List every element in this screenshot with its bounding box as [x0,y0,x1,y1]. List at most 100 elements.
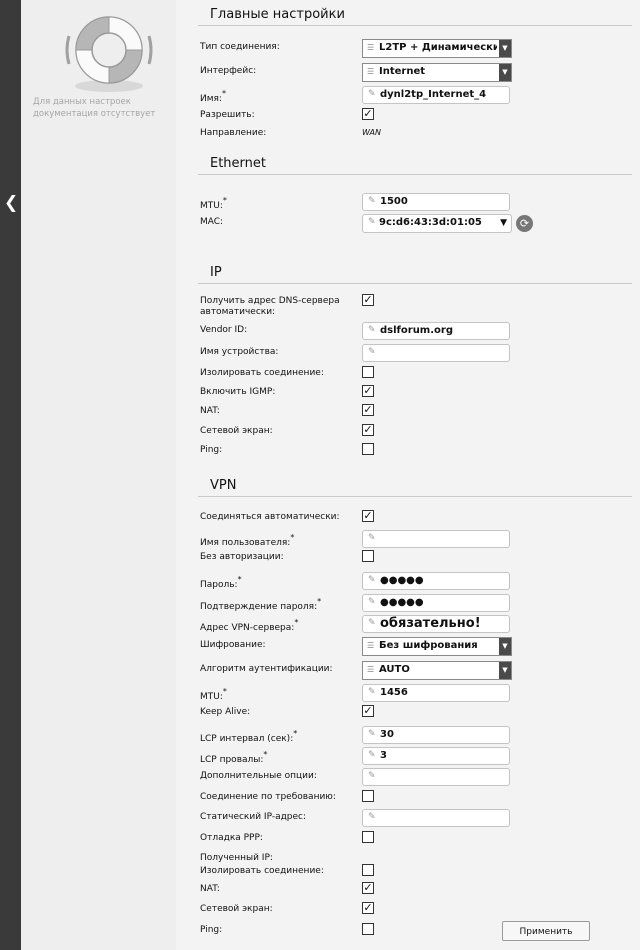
section-title-main: Главные настройки [210,7,345,22]
password-confirm-input[interactable]: ✎ ●●●●● [362,594,510,612]
chevron-down-icon[interactable]: ▼ [500,218,507,228]
chevron-down-icon[interactable]: ▼ [499,662,511,679]
eth-mtu-input[interactable]: ✎ 1500 [362,193,510,211]
chevron-down-icon[interactable]: ▼ [499,40,511,57]
vendor-id-input[interactable]: ✎ dslforum.org [362,322,510,340]
lcp-interval-label: LCP интервал (сек):* [200,729,298,744]
vpn-server-input[interactable]: ✎ обязательно! [362,615,510,633]
static-ip-input[interactable]: ✎ [362,809,510,827]
row-mac: MAC: ✎ 9c:d6:43:3d:01:05 ▼ ⟳ [200,214,630,234]
row-name: Имя:* ✎ dynl2tp_Internet_4 [200,86,630,106]
igmp-label: Включить IGMP: [200,387,276,397]
hostname-input[interactable]: ✎ [362,344,510,362]
row-eth-mtu: MTU:* ✎ 1500 [200,193,630,213]
hostname-label: Имя устройства: [200,347,279,357]
enable-label: Разрешить: [200,110,255,120]
no-docs-note: Для данных настроек документация отсутст… [33,97,156,119]
apply-button[interactable]: Применить [502,921,590,941]
username-input[interactable]: ✎ [362,530,510,548]
password-confirm-label: Подтверждение пароля:* [200,597,322,612]
pencil-icon: ✎ [368,597,376,607]
row-ppp-debug: Отладка PPP: [200,830,630,850]
password-input[interactable]: ✎ ●●●●● [362,572,510,590]
row-ip-firewall: Сетевой экран: ✓ [200,423,630,443]
chevron-down-icon[interactable]: ▼ [499,64,511,81]
row-direction: Направление: WAN [200,125,630,145]
row-vpn-server: Адрес VPN-сервера:* ✎ обязательно! [200,615,630,635]
row-vpn-isolate: Изолировать соединение: [200,863,630,883]
row-ip-ping: Ping: [200,442,630,462]
ip-ping-checkbox[interactable] [362,443,374,455]
row-vpn-nat: NAT: ✓ [200,881,630,901]
vendor-id-label: Vendor ID: [200,325,248,335]
auth-algo-label: Алгоритм аутентификации: [200,664,333,674]
pencil-icon: ✎ [368,217,376,227]
dns-auto-checkbox[interactable]: ✓ [362,294,374,306]
vpn-nat-checkbox[interactable]: ✓ [362,882,374,894]
igmp-checkbox[interactable]: ✓ [362,385,374,397]
lcp-interval-input[interactable]: ✎ 30 [362,726,510,744]
row-connection-type: Тип соединения: ☰ L2TP + Динамический IP… [200,39,630,59]
ip-isolate-label: Изолировать соединение: [200,368,324,378]
vpn-firewall-checkbox[interactable]: ✓ [362,902,374,914]
keep-alive-label: Keep Alive: [200,707,251,717]
row-interface: Интерфейс: ☰ Internet ▼ [200,63,630,83]
row-igmp: Включить IGMP: ✓ [200,384,630,404]
vpn-isolate-label: Изолировать соединение: [200,866,324,876]
enable-checkbox[interactable]: ✓ [362,108,374,120]
password-value: ●●●●● [380,575,424,586]
ip-nat-label: NAT: [200,406,220,416]
divider [198,283,632,284]
row-keep-alive: Keep Alive: ✓ [200,704,630,724]
interface-select[interactable]: ☰ Internet ▼ [362,63,512,82]
extra-options-label: Дополнительные опции: [200,771,317,781]
mac-input[interactable]: ✎ 9c:d6:43:3d:01:05 ▼ [362,214,512,233]
ip-isolate-checkbox[interactable] [362,366,374,378]
list-icon: ☰ [367,43,375,52]
no-auth-checkbox[interactable] [362,550,374,562]
vpn-mtu-input[interactable]: ✎ 1456 [362,684,510,702]
auto-connect-checkbox[interactable]: ✓ [362,510,374,522]
lcp-fails-label: LCP провалы:* [200,750,268,765]
interface-label: Интерфейс: [200,66,257,76]
row-encryption: Шифрование: ☰ Без шифрования ▼ [200,637,630,657]
extra-options-input[interactable]: ✎ [362,768,510,786]
keep-alive-checkbox[interactable]: ✓ [362,705,374,717]
name-label: Имя:* [200,89,226,104]
ppp-debug-checkbox[interactable] [362,831,374,843]
chevron-down-icon[interactable]: ▼ [499,638,511,655]
on-demand-checkbox[interactable] [362,790,374,802]
refresh-icon[interactable]: ⟳ [516,215,533,232]
pencil-icon: ✎ [368,687,376,697]
pencil-icon: ✎ [368,812,376,822]
divider [198,496,632,497]
settings-form: Главные настройки Тип соединения: ☰ L2TP… [176,0,640,950]
lcp-fails-input[interactable]: ✎ 3 [362,747,510,765]
mac-value: 9c:d6:43:3d:01:05 [379,217,482,228]
ip-ping-label: Ping: [200,445,223,455]
ip-nat-checkbox[interactable]: ✓ [362,404,374,416]
vpn-ping-label: Ping: [200,925,223,935]
encryption-select[interactable]: ☰ Без шифрования ▼ [362,637,512,656]
row-static-ip: Статический IP-адрес: ✎ [200,809,630,829]
pencil-icon: ✎ [368,533,376,543]
lcp-fails-value: 3 [380,750,387,761]
pencil-icon: ✎ [368,89,376,99]
name-input[interactable]: ✎ dynl2tp_Internet_4 [362,86,510,104]
row-auto-connect: Соединяться автоматически: ✓ [200,509,630,529]
row-vendor-id: Vendor ID: ✎ dslforum.org [200,322,630,342]
vpn-isolate-checkbox[interactable] [362,864,374,876]
ip-firewall-label: Сетевой экран: [200,426,273,436]
row-on-demand: Соединение по требованию: [200,789,630,809]
no-auth-label: Без авторизации: [200,552,284,562]
connection-type-select[interactable]: ☰ L2TP + Динамический IP ▼ [362,39,512,58]
row-lcp-interval: LCP интервал (сек):* ✎ 30 [200,726,630,746]
row-username: Имя пользователя:* ✎ [200,530,630,550]
chevron-left-icon[interactable]: ❮ [4,194,18,212]
ip-firewall-checkbox[interactable]: ✓ [362,424,374,436]
password-label: Пароль:* [200,575,242,590]
auth-algo-select[interactable]: ☰ AUTO ▼ [362,661,512,680]
vpn-mtu-label: MTU:* [200,687,227,702]
vpn-ping-checkbox[interactable] [362,923,374,935]
on-demand-label: Соединение по требованию: [200,792,336,802]
